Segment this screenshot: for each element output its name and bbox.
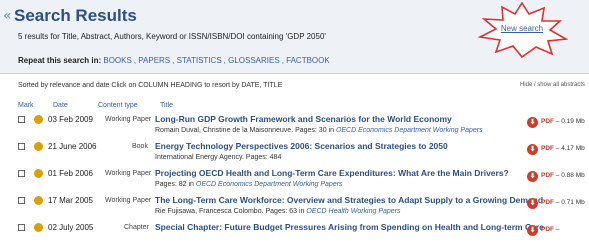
access-icon xyxy=(34,169,43,178)
result-title-link[interactable]: Energy Technology Perspectives 2006: Sce… xyxy=(155,141,448,151)
result-title-link[interactable]: The Long-Term Care Workforce: Overview a… xyxy=(155,195,543,205)
toggle-abstracts-link[interactable]: Hide / show all abstracts xyxy=(520,82,585,88)
sort-instructions: Sorted by relevance and date Click on CO… xyxy=(18,82,283,89)
repeat-link-glossaries[interactable]: GLOSSARIES xyxy=(228,56,280,65)
result-authors: Rie Fujisawa, Francesca Colombo. Pages: … xyxy=(155,208,307,215)
pdf-label: PDF xyxy=(541,118,554,125)
repeat-link-statistics[interactable]: STATISTICS xyxy=(177,56,222,65)
repeat-link-factbook[interactable]: FACTBOOK xyxy=(286,56,330,65)
result-date: 17 Mar 2005 xyxy=(48,196,93,205)
pdf-download[interactable]: PDF – 0.71 Mb xyxy=(541,199,585,206)
pdf-icon[interactable]: ⬇ xyxy=(527,144,538,155)
pdf-label: PDF xyxy=(541,172,554,179)
mark-checkbox[interactable] xyxy=(18,170,25,177)
result-title-link[interactable]: Special Chapter: Future Budget Pressures… xyxy=(155,222,544,232)
pdf-label: PDF xyxy=(541,226,554,233)
result-authors: International Energy Agency. Pages: 484 xyxy=(155,154,282,161)
results-summary: 5 results for Title, Abstract, Authors, … xyxy=(18,32,326,41)
pdf-download[interactable]: PDF – 4.17 Mb xyxy=(541,145,585,152)
result-content-type: Chapter xyxy=(124,224,149,231)
column-date[interactable]: Date xyxy=(53,102,68,109)
page-title: Search Results xyxy=(14,6,137,25)
access-icon xyxy=(34,196,43,205)
result-source-link[interactable]: OECD Economics Department Working Papers xyxy=(196,181,343,188)
pdf-size: 0.88 Mb xyxy=(561,172,585,179)
result-row: 01 Feb 2006 Working Paper Projecting OEC… xyxy=(0,166,589,196)
pdf-label: PDF xyxy=(541,199,554,206)
pdf-icon[interactable]: ⬇ xyxy=(527,117,538,128)
pdf-icon[interactable]: ⬇ xyxy=(527,198,538,209)
new-search-link[interactable]: New search xyxy=(476,24,568,33)
search-results-page: « Search Results 5 results for Title, Ab… xyxy=(0,0,589,243)
mark-checkbox[interactable] xyxy=(18,224,25,231)
pdf-icon[interactable]: ⬇ xyxy=(527,171,538,182)
repeat-link-papers[interactable]: PAPERS xyxy=(138,56,170,65)
result-date: 02 July 2005 xyxy=(48,223,94,232)
mark-checkbox[interactable] xyxy=(18,197,25,204)
repeat-label: Repeat this search in: xyxy=(18,56,102,65)
pdf-size: 4.17 Mb xyxy=(561,145,585,152)
pdf-icon[interactable]: ⬇ xyxy=(527,225,538,236)
result-meta: Romain Duval, Christine de la Maisonneuv… xyxy=(155,127,483,134)
pdf-download[interactable]: PDF – 0.19 Mb xyxy=(541,118,585,125)
pdf-size: 0.71 Mb xyxy=(561,199,585,206)
result-content-type: Working Paper xyxy=(105,170,152,177)
access-icon xyxy=(34,142,43,151)
column-content-type: Content type xyxy=(98,102,138,109)
result-meta: Rie Fujisawa, Francesca Colombo. Pages: … xyxy=(155,208,401,215)
collapse-icon[interactable]: « xyxy=(3,8,12,24)
result-date: 03 Feb 2009 xyxy=(48,115,93,124)
result-meta: Pages: 82 in OECD Economics Department W… xyxy=(155,181,343,188)
result-content-type: Book xyxy=(132,143,148,150)
result-source-link[interactable]: OECD Economics Department Working Papers xyxy=(336,127,483,134)
result-content-type: Working Paper xyxy=(105,197,152,204)
result-row: 21 June 2006 Book Energy Technology Pers… xyxy=(0,139,589,169)
column-headers: Mark Date Content type Title xyxy=(0,102,589,112)
result-authors: Romain Duval, Christine de la Maisonneuv… xyxy=(155,127,336,134)
mark-checkbox[interactable] xyxy=(18,116,25,123)
result-row: 02 July 2005 Chapter Special Chapter: Fu… xyxy=(0,220,589,243)
repeat-search-bar: Repeat this search in: BOOKS, PAPERS, ST… xyxy=(18,56,330,65)
pdf-size: 0.19 Mb xyxy=(561,118,585,125)
pdf-download[interactable]: PDF – xyxy=(541,226,559,233)
repeat-link-books[interactable]: BOOKS xyxy=(103,56,131,65)
access-icon xyxy=(34,115,43,124)
result-title-link[interactable]: Projecting OECD Health and Long-Term Car… xyxy=(155,168,509,178)
mark-checkbox[interactable] xyxy=(18,143,25,150)
result-date: 01 Feb 2006 xyxy=(48,169,93,178)
result-row: 17 Mar 2005 Working Paper The Long-Term … xyxy=(0,193,589,223)
result-meta: International Energy Agency. Pages: 484 xyxy=(155,154,281,161)
sort-bar: Sorted by relevance and date Click on CO… xyxy=(0,80,589,92)
result-date: 21 June 2006 xyxy=(48,142,97,151)
result-row: 03 Feb 2009 Working Paper Long-Run GDP G… xyxy=(0,112,589,142)
result-source-link[interactable]: OECD Health Working Papers xyxy=(306,208,400,215)
result-title-link[interactable]: Long-Run GDP Growth Framework and Scenar… xyxy=(155,114,452,124)
result-content-type: Working Paper xyxy=(105,116,152,123)
column-title[interactable]: Title xyxy=(160,102,173,109)
pdf-label: PDF xyxy=(541,145,554,152)
result-authors: Pages: 82 in xyxy=(155,181,196,188)
column-mark: Mark xyxy=(18,102,34,109)
pdf-download[interactable]: PDF – 0.88 Mb xyxy=(541,172,585,179)
access-icon xyxy=(34,223,43,232)
